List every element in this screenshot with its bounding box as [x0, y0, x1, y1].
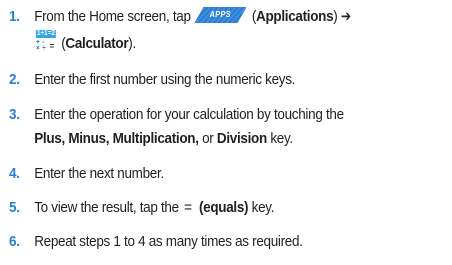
- step-text: Enter the next number.: [34, 165, 164, 182]
- step-text: Enter the operation for your calculation…: [34, 106, 344, 123]
- step-text: To view the result, tap the = (equals) key…: [34, 199, 275, 216]
- applications-label: Applications: [256, 8, 334, 25]
- step-text: 1+1=2 + - × ÷ = (Calculator).: [34, 30, 136, 54]
- apps-button-icon: APPS: [194, 7, 247, 24]
- step-text: Plus, Minus, Multiplication, or Division…: [34, 130, 293, 147]
- apps-button-label: APPS: [209, 10, 232, 20]
- equals-key-icon: =: [184, 199, 192, 216]
- calculator-keys: + - × ÷ =: [36, 39, 55, 52]
- calculator-app-icon: 1+1=2 + - × ÷ =: [34, 30, 57, 54]
- step-number: 1.: [9, 8, 20, 25]
- step-number: 4.: [9, 165, 20, 182]
- step-number: 5.: [9, 199, 20, 216]
- calculator-label: Calculator: [65, 34, 129, 52]
- step-text: Repeat steps 1 to 4 as many times as req…: [34, 233, 303, 250]
- step-number: 2.: [9, 71, 20, 88]
- step-text: Enter the first number using the numeric…: [34, 71, 296, 88]
- step-number: 6.: [9, 233, 20, 250]
- calculator-display: 1+1=2: [36, 30, 56, 38]
- step-text: From the Home screen, tap APPS (Applicatio…: [34, 7, 351, 25]
- step-number: 3.: [9, 106, 20, 123]
